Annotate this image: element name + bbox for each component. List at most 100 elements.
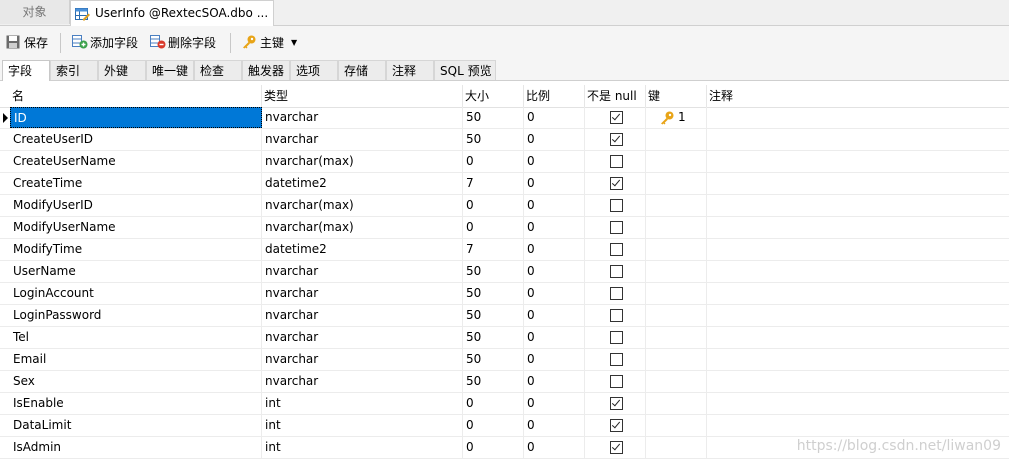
cell-name[interactable]: UserName bbox=[10, 261, 262, 282]
cell-size[interactable]: 0 bbox=[463, 393, 524, 414]
cell-name[interactable]: IsAdmin bbox=[10, 437, 262, 458]
cell-type[interactable]: nvarchar bbox=[262, 261, 463, 282]
cell-type[interactable]: nvarchar bbox=[262, 327, 463, 348]
cell-size[interactable]: 50 bbox=[463, 349, 524, 370]
not-null-checkbox[interactable] bbox=[610, 419, 623, 432]
not-null-checkbox[interactable] bbox=[610, 221, 623, 234]
cell-scale[interactable]: 0 bbox=[524, 393, 585, 414]
tab-unique-keys[interactable]: 唯一键 bbox=[146, 60, 194, 80]
cell-size[interactable]: 7 bbox=[463, 173, 524, 194]
tab-triggers[interactable]: 触发器 bbox=[242, 60, 290, 80]
cell-size[interactable]: 0 bbox=[463, 217, 524, 238]
cell-scale[interactable]: 0 bbox=[524, 283, 585, 304]
cell-name[interactable]: ModifyUserName bbox=[10, 217, 262, 238]
table-row[interactable]: ModifyUserID nvarchar(max) 0 0 bbox=[0, 195, 1009, 217]
cell-name[interactable]: CreateTime bbox=[10, 173, 262, 194]
cell-key[interactable] bbox=[646, 239, 707, 260]
column-header-not-null[interactable]: 不是 null bbox=[585, 85, 646, 107]
cell-scale[interactable]: 0 bbox=[524, 129, 585, 150]
cell-name[interactable]: CreateUserName bbox=[10, 151, 262, 172]
primary-key-button[interactable]: 主键 ▼ bbox=[242, 34, 297, 52]
table-row[interactable]: ModifyTime datetime2 7 0 bbox=[0, 239, 1009, 261]
cell-size[interactable]: 50 bbox=[463, 305, 524, 326]
cell-type[interactable]: int bbox=[262, 437, 463, 458]
column-header-comment[interactable]: 注释 bbox=[707, 85, 1009, 107]
cell-key[interactable] bbox=[646, 305, 707, 326]
cell-key[interactable] bbox=[646, 261, 707, 282]
cell-type[interactable]: nvarchar bbox=[262, 107, 463, 128]
tab-storage[interactable]: 存储 bbox=[338, 60, 386, 80]
cell-key[interactable] bbox=[646, 437, 707, 458]
cell-scale[interactable]: 0 bbox=[524, 151, 585, 172]
table-row[interactable]: CreateTime datetime2 7 0 bbox=[0, 173, 1009, 195]
not-null-checkbox[interactable] bbox=[610, 133, 623, 146]
cell-comment[interactable] bbox=[707, 305, 1009, 326]
cell-scale[interactable]: 0 bbox=[524, 261, 585, 282]
table-row[interactable]: UserName nvarchar 50 0 bbox=[0, 261, 1009, 283]
table-row[interactable]: ModifyUserName nvarchar(max) 0 0 bbox=[0, 217, 1009, 239]
cell-scale[interactable]: 0 bbox=[524, 195, 585, 216]
cell-key[interactable] bbox=[646, 151, 707, 172]
cell-key[interactable] bbox=[646, 283, 707, 304]
tab-fields[interactable]: 字段 bbox=[2, 60, 50, 81]
cell-scale[interactable]: 0 bbox=[524, 437, 585, 458]
cell-key[interactable] bbox=[646, 217, 707, 238]
cell-size[interactable]: 0 bbox=[463, 415, 524, 436]
cell-type[interactable]: datetime2 bbox=[262, 239, 463, 260]
cell-key[interactable]: 1 bbox=[646, 107, 707, 128]
cell-comment[interactable] bbox=[707, 151, 1009, 172]
cell-type[interactable]: nvarchar bbox=[262, 371, 463, 392]
cell-type[interactable]: nvarchar bbox=[262, 129, 463, 150]
save-button[interactable]: 保存 bbox=[6, 34, 48, 52]
column-header-size[interactable]: 大小 bbox=[463, 85, 524, 107]
cell-name[interactable]: CreateUserID bbox=[10, 129, 262, 150]
cell-scale[interactable]: 0 bbox=[524, 371, 585, 392]
not-null-checkbox[interactable] bbox=[610, 199, 623, 212]
table-row[interactable]: ID nvarchar 50 0 1 bbox=[0, 107, 1009, 129]
cell-name[interactable]: IsEnable bbox=[10, 393, 262, 414]
cell-size[interactable]: 50 bbox=[463, 283, 524, 304]
not-null-checkbox[interactable] bbox=[610, 265, 623, 278]
table-row[interactable]: DataLimit int 0 0 bbox=[0, 415, 1009, 437]
column-header-type[interactable]: 类型 bbox=[262, 85, 463, 107]
tab-comment[interactable]: 注释 bbox=[386, 60, 434, 80]
cell-scale[interactable]: 0 bbox=[524, 217, 585, 238]
not-null-checkbox[interactable] bbox=[610, 353, 623, 366]
cell-name[interactable]: ModifyUserID bbox=[10, 195, 262, 216]
cell-comment[interactable] bbox=[707, 107, 1009, 128]
cell-size[interactable]: 0 bbox=[463, 195, 524, 216]
cell-type[interactable]: int bbox=[262, 393, 463, 414]
tab-userinfo-design[interactable]: UserInfo @RextecSOA.dbo ... bbox=[70, 0, 274, 26]
cell-scale[interactable]: 0 bbox=[524, 415, 585, 436]
cell-size[interactable]: 0 bbox=[463, 151, 524, 172]
cell-name[interactable]: Sex bbox=[10, 371, 262, 392]
cell-comment[interactable] bbox=[707, 195, 1009, 216]
cell-type[interactable]: int bbox=[262, 415, 463, 436]
cell-comment[interactable] bbox=[707, 349, 1009, 370]
cell-scale[interactable]: 0 bbox=[524, 173, 585, 194]
cell-type[interactable]: nvarchar(max) bbox=[262, 151, 463, 172]
cell-type[interactable]: nvarchar(max) bbox=[262, 195, 463, 216]
cell-scale[interactable]: 0 bbox=[524, 349, 585, 370]
cell-comment[interactable] bbox=[707, 371, 1009, 392]
cell-comment[interactable] bbox=[707, 173, 1009, 194]
not-null-checkbox[interactable] bbox=[610, 111, 623, 124]
cell-type[interactable]: nvarchar bbox=[262, 305, 463, 326]
cell-comment[interactable] bbox=[707, 261, 1009, 282]
cell-comment[interactable] bbox=[707, 415, 1009, 436]
tab-objects[interactable]: 对象 bbox=[0, 0, 70, 24]
cell-type[interactable]: nvarchar bbox=[262, 283, 463, 304]
cell-comment[interactable] bbox=[707, 129, 1009, 150]
tab-indexes[interactable]: 索引 bbox=[50, 60, 98, 80]
not-null-checkbox[interactable] bbox=[610, 375, 623, 388]
cell-type[interactable]: nvarchar bbox=[262, 349, 463, 370]
table-row[interactable]: Sex nvarchar 50 0 bbox=[0, 371, 1009, 393]
not-null-checkbox[interactable] bbox=[610, 331, 623, 344]
not-null-checkbox[interactable] bbox=[610, 309, 623, 322]
not-null-checkbox[interactable] bbox=[610, 177, 623, 190]
not-null-checkbox[interactable] bbox=[610, 441, 623, 454]
cell-key[interactable] bbox=[646, 327, 707, 348]
cell-name[interactable]: LoginPassword bbox=[10, 305, 262, 326]
cell-comment[interactable] bbox=[707, 283, 1009, 304]
cell-key[interactable] bbox=[646, 415, 707, 436]
